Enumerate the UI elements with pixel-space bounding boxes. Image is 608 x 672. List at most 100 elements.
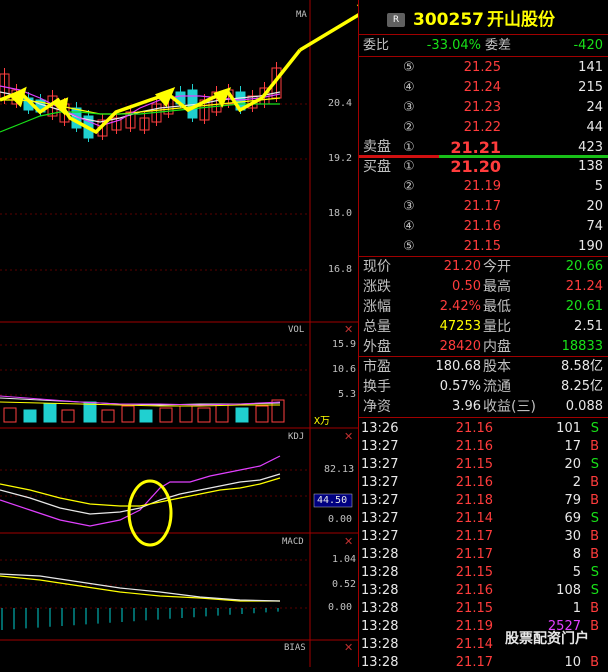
stock-name: 开山股份 (487, 10, 555, 30)
macd-line-dif (0, 575, 280, 602)
kdj-line-j (0, 455, 281, 527)
tick-row[interactable]: 13:27 21.16 2 B (359, 474, 608, 492)
ask-volume: 44 (586, 120, 603, 135)
kdj-tick-1: 82.13 (324, 464, 355, 475)
ask-price: 21.23 (463, 100, 501, 115)
tick-row[interactable]: 13:27 21.15 20 S (359, 456, 608, 474)
tick-volume: 79 (564, 493, 581, 508)
vol-label: VOL (288, 325, 305, 335)
ask-row[interactable]: ④ 21.24 215 (359, 78, 608, 98)
r-badge[interactable]: R (387, 13, 405, 27)
finance-label: 收益(三) (483, 399, 536, 415)
tick-row[interactable]: 13:28 21.16 108 S (359, 582, 608, 600)
price-tick-2: 19.2 (328, 153, 353, 164)
chart-area[interactable]: MA 20.4 19.2 18.0 16.8 VOL ✕ 15.9 10.6 5… (0, 0, 358, 667)
bid-row[interactable]: ④ 21.16 74 (359, 217, 608, 237)
stat-row: 涨跌 0.50 最高 21.24 (359, 277, 608, 297)
stat-value: 0.50 (452, 279, 481, 294)
finance-value: 180.68 (435, 359, 482, 374)
bid-level: ① (403, 159, 415, 174)
volume-bar (159, 407, 173, 423)
volume-bar (197, 407, 211, 423)
tick-volume: 101 (556, 421, 581, 436)
stat-value: 18833 (561, 339, 603, 354)
stat-value: 20.61 (565, 299, 603, 314)
bid-price: 21.20 (450, 157, 501, 176)
tick-side: S (590, 421, 599, 436)
bid-price: 21.17 (463, 199, 501, 214)
tick-row[interactable]: 13:26 21.16 101 S (359, 420, 608, 438)
tick-side: S (590, 583, 599, 598)
tick-side: B (590, 493, 599, 508)
bid-row[interactable]: ⑤ 21.15 190 (359, 237, 608, 257)
stat-value: 47253 (439, 319, 481, 334)
tick-price: 21.16 (455, 583, 493, 598)
stat-label: 涨幅 (363, 299, 391, 315)
ask-price: 21.25 (463, 60, 501, 75)
tick-time: 13:27 (361, 457, 399, 472)
stat-label: 今开 (483, 259, 511, 275)
tick-row[interactable]: 13:27 21.17 30 B (359, 528, 608, 546)
ma-label: MA (296, 10, 307, 20)
tick-price: 21.15 (455, 565, 493, 580)
vol-close-icon[interactable]: ✕ (344, 323, 353, 336)
vol-tick-3: 5.3 (338, 389, 357, 400)
tick-price: 21.14 (455, 511, 493, 526)
stat-row: 外盘 28420 内盘 18833 (359, 337, 608, 357)
bid-level: ② (403, 179, 415, 194)
weicha-label: 委差 (485, 38, 512, 53)
bid-row[interactable]: ② 21.19 5 (359, 177, 608, 197)
ask-row[interactable]: ② 21.22 44 (359, 118, 608, 138)
macd-close-icon[interactable]: ✕ (344, 535, 353, 548)
volume-bar (179, 405, 193, 423)
tick-price: 21.19 (455, 619, 493, 634)
macd-tick-1: 1.04 (332, 554, 357, 565)
ask-row[interactable]: ⑤ 21.25 141 (359, 58, 608, 78)
volume-bar (83, 401, 97, 423)
price-tick-4: 16.8 (328, 264, 353, 275)
kdj-close-icon[interactable]: ✕ (344, 430, 353, 443)
tick-time: 13:28 (361, 655, 399, 670)
ask-volume: 24 (586, 100, 603, 115)
tick-row[interactable]: 13:27 21.14 69 S (359, 510, 608, 528)
bid-price: 21.15 (463, 239, 501, 254)
tick-row[interactable]: 13:27 21.18 79 B (359, 492, 608, 510)
macd-tick-3: 0.00 (328, 602, 353, 613)
tick-volume: 20 (564, 457, 581, 472)
bid-row[interactable]: ③ 21.17 20 (359, 197, 608, 217)
bias-close-icon[interactable]: ✕ (344, 641, 353, 654)
watermark: 股票配资门户 (505, 631, 589, 647)
tick-row[interactable]: 13:27 21.16 17 B (359, 438, 608, 456)
ask-level: ② (403, 120, 415, 135)
stat-value: 21.24 (565, 279, 603, 294)
finance-value: 8.58亿 (561, 359, 603, 374)
weibi-row: 委比 -33.04% 委差 -420 (359, 36, 608, 56)
tick-price: 21.15 (455, 601, 493, 616)
tick-side: B (590, 547, 599, 562)
tick-price: 21.17 (455, 547, 493, 562)
tick-row[interactable]: 13:28 21.17 8 B (359, 546, 608, 564)
bid-row[interactable]: ① 21.20 138 (359, 157, 608, 177)
bid-level: ④ (403, 219, 415, 234)
bid-price: 21.16 (463, 219, 501, 234)
ask-row[interactable]: ③ 21.23 24 (359, 98, 608, 118)
bid-level: ⑤ (403, 239, 415, 254)
vol-unit: X万 (314, 416, 331, 427)
tick-volume: 17 (564, 439, 581, 454)
tick-price: 21.14 (455, 637, 493, 652)
tick-price: 21.16 (455, 439, 493, 454)
chart-svg[interactable] (0, 0, 358, 667)
bid-volume: 5 (594, 179, 603, 194)
stat-label: 现价 (363, 259, 391, 275)
tick-row[interactable]: 13:28 21.17 10 B (359, 654, 608, 672)
finance-value: 0.088 (565, 399, 603, 414)
finance-row: 市盈 180.68 股本 8.58亿 (359, 357, 608, 377)
volume-bar (61, 409, 75, 423)
tick-row[interactable]: 13:28 21.15 1 B (359, 600, 608, 618)
ask-level: ④ (403, 80, 415, 95)
tick-price: 21.16 (455, 475, 493, 490)
bid-volume: 74 (586, 219, 603, 234)
tick-row[interactable]: 13:28 21.15 5 S (359, 564, 608, 582)
tick-side: B (590, 655, 599, 670)
stat-row: 现价 21.20 今开 20.66 (359, 257, 608, 277)
